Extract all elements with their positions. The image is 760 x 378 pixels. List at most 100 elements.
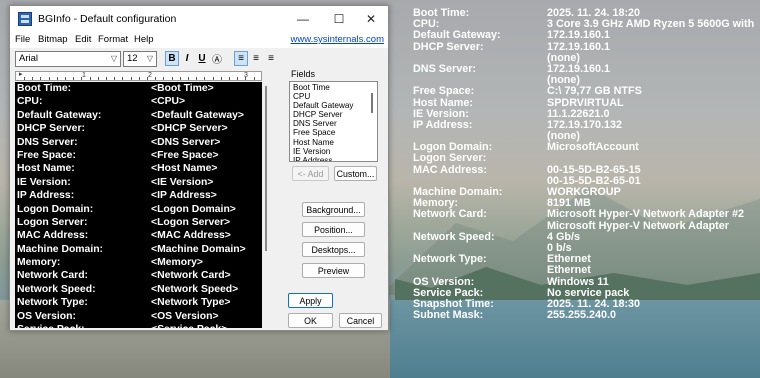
info-row: Default Gateway: 172.19.160.1 xyxy=(413,30,760,41)
ruler-tick xyxy=(48,77,50,80)
info-row: Ethernet xyxy=(413,265,760,276)
field-list-item[interactable]: DNS Server xyxy=(293,119,377,128)
editor-row: Boot Time: <Boot Time> xyxy=(15,82,262,95)
align-left-button[interactable]: ≡ xyxy=(234,51,248,66)
bold-button[interactable]: B xyxy=(165,51,179,66)
font-size-value: 12 xyxy=(127,53,138,64)
info-row-label: IP Address: xyxy=(413,118,473,131)
ruler-tick xyxy=(179,77,181,80)
underline-button[interactable]: U xyxy=(195,51,209,66)
info-row: IP Address: 172.19.170.132 xyxy=(413,118,760,131)
editor-row-label: OS Version: xyxy=(17,310,76,322)
title-bar[interactable]: BGInfo - Default configuration — ☐ ✕ xyxy=(10,6,388,32)
position-button[interactable]: Position... xyxy=(302,222,365,237)
template-editor[interactable]: Boot Time: <Boot Time> CPU: <CPU> Default Ga… xyxy=(15,82,262,328)
ruler-tick xyxy=(204,77,206,80)
info-row-label: Free Space: xyxy=(413,85,475,98)
field-list-item[interactable]: IE Version xyxy=(293,147,377,156)
ruler-tick xyxy=(130,77,132,80)
info-row-label: Network Card: xyxy=(413,208,487,221)
ruler: ▸ 1 2 3 xyxy=(15,71,262,81)
editor-row-label: CPU: xyxy=(17,96,43,108)
menu-format[interactable]: Format xyxy=(98,34,128,45)
apply-button[interactable]: Apply xyxy=(288,293,333,308)
ok-button[interactable]: OK xyxy=(288,313,333,328)
menu-edit[interactable]: Edit xyxy=(75,34,91,45)
preview-button[interactable]: Preview xyxy=(302,263,365,278)
editor-row: IE Version: <IE Version> xyxy=(15,176,262,189)
field-list-item[interactable]: IP Address xyxy=(293,156,377,161)
info-row: Logon Server: xyxy=(413,153,760,164)
fields-scrollbar-thumb[interactable] xyxy=(371,93,373,113)
custom-field-button[interactable]: Custom... xyxy=(334,166,377,181)
maximize-button[interactable]: ☐ xyxy=(322,6,356,32)
cancel-button[interactable]: Cancel xyxy=(339,313,382,328)
font-name-value: Arial xyxy=(19,53,39,64)
ruler-tick xyxy=(147,77,148,80)
editor-row-label: Network Type: xyxy=(17,297,88,309)
editor-row: MAC Address: <MAC Address> xyxy=(15,229,262,242)
editor-scrollbar[interactable] xyxy=(262,82,270,328)
field-list-item[interactable]: Host Name xyxy=(293,138,377,147)
add-field-button[interactable]: <- Add xyxy=(292,166,329,181)
editor-row-label: Network Speed: xyxy=(17,283,96,295)
font-size-select[interactable]: 12 ▽ xyxy=(123,51,157,67)
window-title: BGInfo - Default configuration xyxy=(38,13,177,25)
scrollbar-thumb[interactable] xyxy=(265,86,267,251)
field-list-item[interactable]: Default Gateway xyxy=(293,101,377,110)
editor-row-label: IE Version: xyxy=(17,176,71,188)
sysinternals-link[interactable]: www.sysinternals.com xyxy=(291,34,384,45)
editor-row-field: <Logon Domain> xyxy=(151,203,236,215)
format-toolbar: Arial ▽ 12 ▽ B I U Ⓐ ≡ ≡ ≡ xyxy=(10,48,388,70)
editor-row-label: Service Pack: xyxy=(17,323,85,328)
ruler-tick xyxy=(24,77,25,80)
editor-row: Default Gateway: <Default Gateway> xyxy=(15,109,262,122)
field-list-item[interactable]: DHCP Server xyxy=(293,110,377,119)
menu-bitmap[interactable]: Bitmap xyxy=(38,34,68,45)
ruler-tick xyxy=(237,77,239,80)
ruler-tick xyxy=(114,77,116,80)
info-row-label: Subnet Mask: xyxy=(413,309,484,322)
editor-row-label: Logon Domain: xyxy=(17,203,94,215)
background-button[interactable]: Background... xyxy=(302,202,365,217)
editor-row-field: <MAC Address> xyxy=(151,230,231,242)
editor-row-field: <Free Space> xyxy=(151,149,219,161)
ruler-tick xyxy=(81,77,83,80)
menu-file[interactable]: File xyxy=(15,34,30,45)
align-right-button[interactable]: ≡ xyxy=(264,51,278,66)
editor-row-field: <IP Address> xyxy=(151,190,217,202)
editor-row: Host Name: <Host Name> xyxy=(15,162,262,175)
ruler-margin-marker: ▸ xyxy=(19,71,23,78)
ruler-tick xyxy=(212,77,214,80)
editor-row-label: Default Gateway: xyxy=(17,109,102,121)
info-row: Host Name: SPDRVIRTUAL xyxy=(413,97,760,109)
field-list-item[interactable]: Free Space xyxy=(293,128,377,137)
font-name-select[interactable]: Arial ▽ xyxy=(15,51,121,67)
editor-row-label: DNS Server: xyxy=(17,136,78,148)
info-row: DHCP Server: 172.19.160.1 xyxy=(413,41,760,53)
editor-row: Machine Domain: <Machine Domain> xyxy=(15,243,262,256)
menu-help[interactable]: Help xyxy=(134,34,154,45)
ruler-tick xyxy=(138,77,140,80)
field-list-item[interactable]: Boot Time xyxy=(293,83,377,92)
italic-button[interactable]: I xyxy=(180,51,194,66)
info-row: Network Speed: 4 Gb/s xyxy=(413,231,760,243)
editor-row-label: Memory: xyxy=(17,257,61,269)
editor-row: OS Version: <OS Version> xyxy=(15,310,262,323)
editor-row: CPU: <CPU> xyxy=(15,95,262,108)
minimize-button[interactable]: — xyxy=(286,6,320,32)
editor-row-field: <Memory> xyxy=(151,257,203,269)
align-center-button[interactable]: ≡ xyxy=(249,51,263,66)
text-format-button[interactable]: Ⓐ xyxy=(210,51,224,66)
info-row: Network Card: Microsoft Hyper-V Network A… xyxy=(413,209,760,220)
close-button[interactable]: ✕ xyxy=(354,6,388,32)
desktops-button[interactable]: Desktops... xyxy=(302,242,365,257)
editor-row-field: <Network Speed> xyxy=(151,283,239,295)
editor-row-field: <CPU> xyxy=(151,96,186,108)
fields-list[interactable]: Boot Time CPU Default Gateway DHCP Server DN… xyxy=(289,81,378,162)
ruler-tick xyxy=(97,77,99,80)
editor-row-field: <Network Type> xyxy=(151,297,231,309)
ruler-tick xyxy=(122,77,124,80)
editor-row-label: IP Address: xyxy=(17,190,75,202)
field-list-item[interactable]: CPU xyxy=(293,92,377,101)
